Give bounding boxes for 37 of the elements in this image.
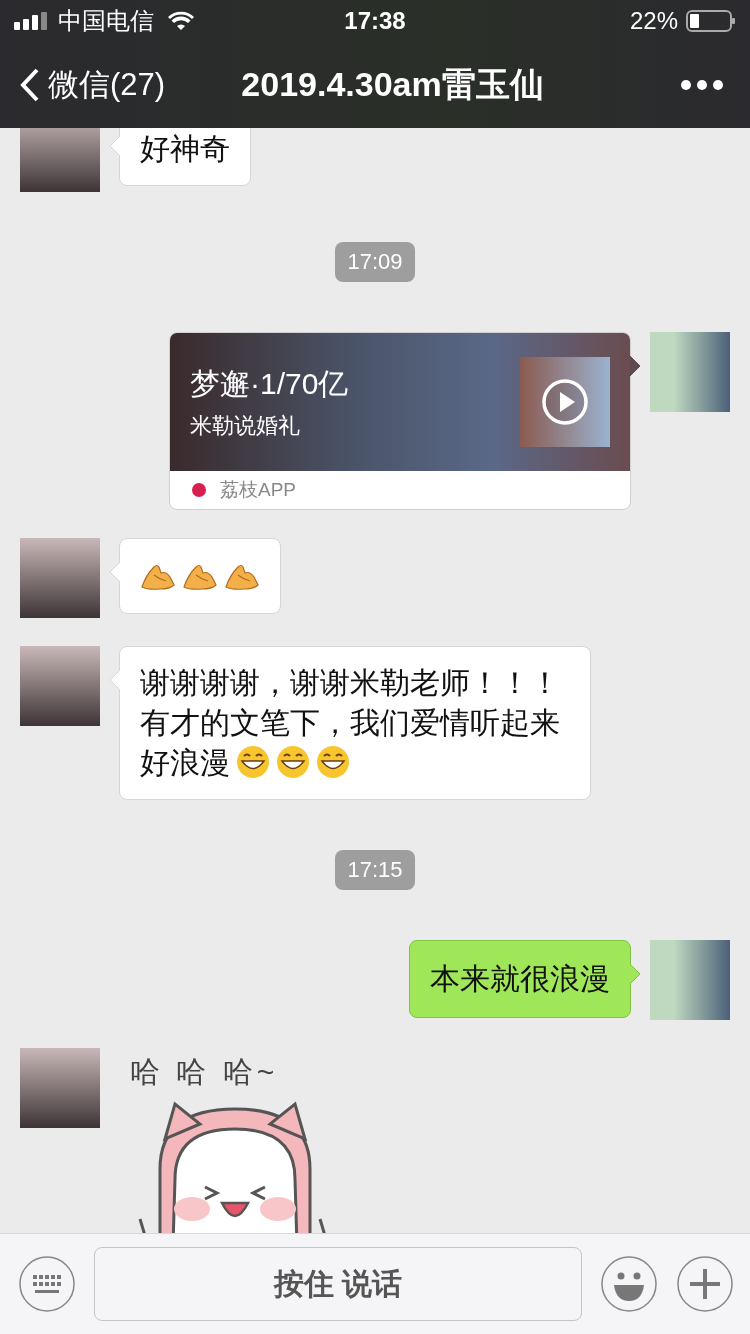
carrier-name: 中国电信	[58, 6, 154, 36]
avatar-photo-placeholder[interactable]	[20, 128, 100, 192]
chat-title: 2019.4.30am雷玉仙	[241, 64, 544, 105]
back-chevron-icon[interactable]	[20, 68, 40, 102]
battery-icon	[686, 10, 736, 32]
hold-to-talk-button[interactable]: 按住 说话	[94, 1247, 582, 1321]
timestamp: 17:15	[335, 850, 415, 890]
app-logo-icon	[192, 483, 206, 497]
source-app-name: 荔枝APP	[220, 478, 297, 502]
wifi-icon	[168, 11, 194, 31]
plus-icon[interactable]	[676, 1255, 734, 1313]
signal-icon	[14, 12, 50, 30]
grinning-face-icon	[316, 745, 350, 779]
more-icon[interactable]	[680, 79, 724, 91]
message-text: 好神奇	[140, 132, 230, 165]
card-title: 梦邂·1/70亿	[190, 365, 349, 402]
link-card[interactable]: 梦邂·1/70亿 米勒说婚礼 荔枝APP	[169, 332, 631, 510]
play-icon[interactable]	[541, 378, 589, 426]
message-text: 谢谢谢谢，谢谢米勒老师！！！有才的文笔下，我们爱情听起来	[140, 665, 561, 741]
battery-percent: 22%	[629, 7, 678, 35]
avatar-photo-placeholder[interactable]	[650, 940, 730, 1020]
sticker-caption: 哈 哈 哈~	[129, 1054, 279, 1090]
bubble-tail	[630, 356, 641, 376]
status-time: 17:38	[344, 7, 406, 35]
emoji-icon[interactable]	[600, 1255, 658, 1313]
avatar-photo-placeholder[interactable]	[650, 332, 730, 412]
message-text: 好浪漫	[140, 746, 230, 779]
grinning-face-icon	[236, 745, 270, 779]
card-subtitle: 米勒说婚礼	[190, 411, 301, 440]
avatar-photo-placeholder[interactable]	[20, 646, 100, 726]
message-text: 本来就很浪漫	[430, 962, 610, 995]
back-button[interactable]: 微信(27)	[20, 64, 166, 106]
keyboard-icon[interactable]	[18, 1255, 76, 1313]
timestamp: 17:09	[335, 242, 415, 282]
avatar-photo-placeholder[interactable]	[20, 1048, 100, 1128]
grinning-face-icon	[276, 745, 310, 779]
avatar-photo-placeholder[interactable]	[20, 538, 100, 618]
